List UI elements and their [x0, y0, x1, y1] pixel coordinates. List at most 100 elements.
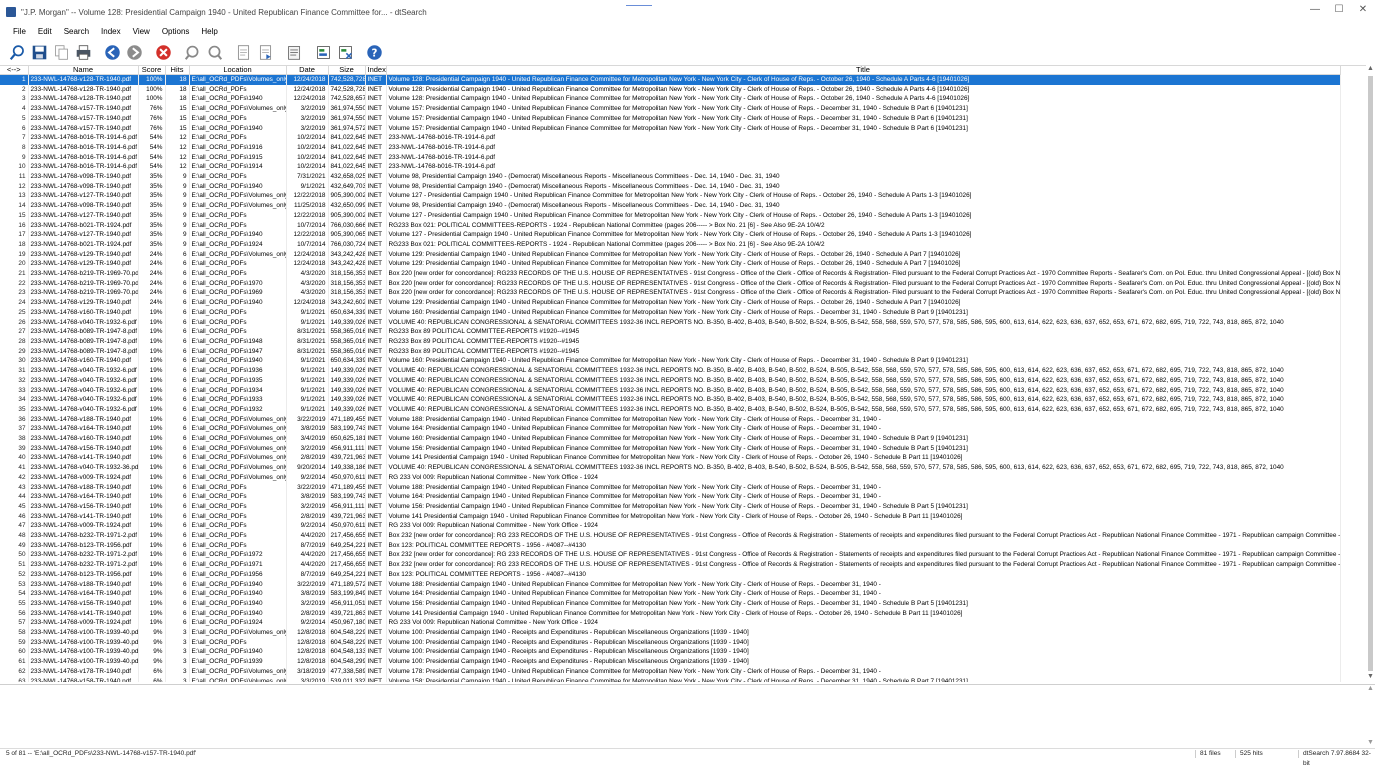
col-header-score[interactable]: Score [138, 66, 166, 75]
table-row[interactable]: 42 233-NWL-14768-v009-TR-1924.pdf 19% 6 E:\a… [0, 472, 1341, 483]
preview-scroll-down-arrow[interactable]: ▼ [1366, 739, 1375, 748]
table-row[interactable]: 40 233-NWL-14768-v141-TR-1940.pdf 19% 6 E:\a… [0, 453, 1341, 464]
preview-scroll-up-arrow[interactable]: ▲ [1366, 685, 1375, 694]
table-row[interactable]: 29 233-NWL-14768-b089-TR-1947-8.pdf 19% 6 E:… [0, 346, 1341, 357]
table-row[interactable]: 59 233-NWL-14768-v100-TR-1939-40.pdf 9% 3 E:… [0, 637, 1341, 648]
table-row[interactable]: 52 233-NWL-14768-b123-TR-1956.pdf 19% 6 E:\a… [0, 569, 1341, 580]
table-row[interactable]: 55 233-NWL-14768-v156-TR-1940.pdf 19% 6 E:\a… [0, 598, 1341, 609]
table-row[interactable]: 15 233-NWL-14768-v127-TR-1940.pdf 35% 9 E:\a… [0, 210, 1341, 221]
col-header-row-number[interactable]: <--> [0, 66, 29, 75]
table-row[interactable]: 61 233-NWL-14768-v100-TR-1939-40.pdf 9% 3 E:… [0, 657, 1341, 667]
table-row[interactable]: 26 233-NWL-14768-v040-TR-1932-6.pdf 19% 6 E:… [0, 317, 1341, 328]
table-row[interactable]: 23 233-NWL-14768-b219-TR-1969-70.pdf 24% 6 E… [0, 288, 1341, 299]
menu-edit[interactable]: Edit [38, 27, 52, 36]
table-row[interactable]: 58 233-NWL-14768-v100-TR-1939-40.pdf 9% 3 E:… [0, 628, 1341, 638]
table-row[interactable]: 53 233-NWL-14768-v188-TR-1940.pdf 19% 6 E:\a… [0, 579, 1341, 590]
table-row[interactable]: 49 233-NWL-14768-b123-TR-1956.pdf 19% 6 E:\a… [0, 540, 1341, 551]
table-row[interactable]: 18 233-NWL-14768-b021-TR-1924.pdf 35% 9 E:\a… [0, 239, 1341, 250]
table-row[interactable]: 20 233-NWL-14768-v129-TR-1940.pdf 24% 6 E:\a… [0, 259, 1341, 270]
table-row[interactable]: 19 233-NWL-14768-v129-TR-1940.pdf 24% 6 E:\a… [0, 249, 1341, 260]
table-row[interactable]: 17 233-NWL-14768-v127-TR-1940.pdf 35% 9 E:\a… [0, 230, 1341, 240]
table-row[interactable]: 24 233-NWL-14768-v129-TR-1940.pdf 24% 6 E:\a… [0, 298, 1341, 308]
preview-scrollbar[interactable]: ▲ ▼ [1366, 685, 1375, 748]
col-header-size[interactable]: Size [328, 66, 366, 75]
table-row[interactable]: 12 233-NWL-14768-v098-TR-1940.pdf 35% 9 E:\a… [0, 181, 1341, 192]
table-row[interactable]: 9 233-NWL-14768-b016-TR-1914-6.pdf 54% 12 E:… [0, 152, 1341, 163]
document-preview-pane[interactable]: ▲ ▼ [0, 684, 1375, 747]
table-row[interactable]: 38 233-NWL-14768-v160-TR-1940.pdf 19% 6 E:\a… [0, 434, 1341, 444]
menu-index[interactable]: Index [101, 27, 121, 36]
maximize-button[interactable]: ☐ [1327, 4, 1351, 15]
table-row[interactable]: 46 233-NWL-14768-v141-TR-1940.pdf 19% 6 E:\a… [0, 511, 1341, 522]
col-header-location[interactable]: Location [189, 66, 287, 75]
back-button[interactable] [103, 43, 122, 62]
table-row[interactable]: 45 233-NWL-14768-v156-TR-1940.pdf 19% 6 E:\a… [0, 501, 1341, 512]
col-header-index[interactable]: Index [365, 66, 387, 75]
menu-search[interactable]: Search [64, 27, 89, 36]
col-header-name[interactable]: Name [28, 66, 139, 75]
col-header-hits[interactable]: Hits [165, 66, 190, 75]
table-row[interactable]: 16 233-NWL-14768-b021-TR-1924.pdf 35% 9 E:\a… [0, 220, 1341, 231]
scroll-up-arrow[interactable]: ▲ [1366, 65, 1375, 74]
table-row[interactable]: 48 233-NWL-14768-b232-TR-1971-2.pdf 19% 6 E:… [0, 531, 1341, 541]
table-row[interactable]: 5 233-NWL-14768-v157-TR-1940.pdf 76% 15 E:\a… [0, 113, 1341, 124]
table-row[interactable]: 36 233-NWL-14768-v188-TR-1940.pdf 19% 6 E:\a… [0, 414, 1341, 425]
copy-button[interactable] [52, 43, 71, 62]
table-row[interactable]: 14 233-NWL-14768-v098-TR-1940.pdf 35% 9 E:\a… [0, 201, 1341, 211]
table-row[interactable]: 56 233-NWL-14768-v141-TR-1940.pdf 19% 6 E:\a… [0, 608, 1341, 619]
save-button[interactable] [30, 43, 49, 62]
next-hit-button[interactable] [205, 43, 224, 62]
menu-help[interactable]: Help [201, 27, 217, 36]
menu-file[interactable]: File [13, 27, 26, 36]
table-row[interactable]: 7 233-NWL-14768-b016-TR-1914-6.pdf 54% 12 E:… [0, 133, 1341, 143]
menu-options[interactable]: Options [162, 27, 190, 36]
search-button[interactable] [8, 43, 27, 62]
table-row[interactable]: 8 233-NWL-14768-b016-TR-1914-6.pdf 54% 12 E:… [0, 142, 1341, 153]
table-row[interactable]: 34 233-NWL-14768-v040-TR-1932-6.pdf 19% 6 E:… [0, 395, 1341, 405]
close-button[interactable]: ✕ [1351, 4, 1375, 15]
table-row[interactable]: 4 233-NWL-14768-v157-TR-1940.pdf 76% 15 E:\a… [0, 104, 1341, 114]
table-row[interactable]: 6 233-NWL-14768-v157-TR-1940.pdf 76% 15 E:\a… [0, 123, 1341, 134]
table-row[interactable]: 50 233-NWL-14768-b232-TR-1971-2.pdf 19% 6 E:… [0, 550, 1341, 561]
table-row[interactable]: 43 233-NWL-14768-v188-TR-1940.pdf 19% 6 E:\a… [0, 482, 1341, 493]
vertical-scrollbar[interactable]: ▲ ▼ [1366, 65, 1375, 682]
table-row[interactable]: 3 233-NWL-14768-v128-TR-1940.pdf 100% 18 E:\… [0, 94, 1341, 105]
index-update-button[interactable] [336, 43, 355, 62]
table-row[interactable]: 21 233-NWL-14768-b219-TR-1969-70.pdf 24% 6 E… [0, 269, 1341, 279]
table-row[interactable]: 60 233-NWL-14768-v100-TR-1939-40.pdf 9% 3 E:… [0, 647, 1341, 658]
table-row[interactable]: 30 233-NWL-14768-v160-TR-1940.pdf 19% 6 E:\a… [0, 356, 1341, 367]
table-row[interactable]: 1 233-NWL-14768-v128-TR-1940.pdf 100% 18 E:\… [0, 74, 1341, 85]
table-row[interactable]: 27 233-NWL-14768-b089-TR-1947-8.pdf 19% 6 E:… [0, 327, 1341, 337]
table-row[interactable]: 57 233-NWL-14768-v009-TR-1924.pdf 19% 6 E:\a… [0, 618, 1341, 629]
table-row[interactable]: 63 233-NWL-14768-v158-TR-1940.pdf 6% 3 E:\al… [0, 676, 1341, 682]
help-button[interactable]: ? [365, 43, 384, 62]
prev-doc-button[interactable] [234, 43, 253, 62]
table-row[interactable]: 28 233-NWL-14768-b089-TR-1947-8.pdf 19% 6 E:… [0, 336, 1341, 347]
table-row[interactable]: 33 233-NWL-14768-v040-TR-1932-6.pdf 19% 6 E:… [0, 385, 1341, 396]
stop-button[interactable] [154, 43, 173, 62]
minimize-button[interactable]: — [1303, 4, 1327, 15]
table-row[interactable]: 41 233-NWL-14768-v040-TR-1932-36.pdf 19% 6 E… [0, 463, 1341, 473]
table-row[interactable]: 35 233-NWL-14768-v040-TR-1932-6.pdf 19% 6 E:… [0, 404, 1341, 415]
table-row[interactable]: 54 233-NWL-14768-v164-TR-1940.pdf 19% 6 E:\a… [0, 589, 1341, 599]
table-row[interactable]: 31 233-NWL-14768-v040-TR-1932-6.pdf 19% 6 E:… [0, 366, 1341, 376]
table-row[interactable]: 32 233-NWL-14768-v040-TR-1932-6.pdf 19% 6 E:… [0, 375, 1341, 386]
col-header-date[interactable]: Date [286, 66, 329, 75]
forward-button[interactable] [125, 43, 144, 62]
table-row[interactable]: 11 233-NWL-14768-v098-TR-1940.pdf 35% 9 E:\a… [0, 172, 1341, 182]
table-row[interactable]: 39 233-NWL-14768-v156-TR-1940.pdf 19% 6 E:\a… [0, 443, 1341, 454]
table-row[interactable]: 51 233-NWL-14768-b232-TR-1971-2.pdf 19% 6 E:… [0, 560, 1341, 570]
col-header-title[interactable]: Title [386, 66, 1341, 75]
table-row[interactable]: 47 233-NWL-14768-v009-TR-1924.pdf 19% 6 E:\a… [0, 521, 1341, 532]
table-row[interactable]: 22 233-NWL-14768-b219-TR-1969-70.pdf 24% 6 E… [0, 278, 1341, 289]
index-button[interactable] [314, 43, 333, 62]
table-row[interactable]: 25 233-NWL-14768-v160-TR-1940.pdf 19% 6 E:\a… [0, 307, 1341, 318]
table-row[interactable]: 37 233-NWL-14768-v164-TR-1940.pdf 19% 6 E:\a… [0, 424, 1341, 435]
table-row[interactable]: 62 233-NWL-14768-v178-TR-1940.pdf 6% 3 E:\al… [0, 666, 1341, 677]
table-row[interactable]: 10 233-NWL-14768-b016-TR-1914-6.pdf 54% 12 E… [0, 162, 1341, 173]
table-row[interactable]: 2 233-NWL-14768-v128-TR-1940.pdf 100% 18 E:\… [0, 84, 1341, 95]
table-row[interactable]: 13 233-NWL-14768-v127-TR-1940.pdf 35% 9 E:\a… [0, 191, 1341, 202]
print-button[interactable] [74, 43, 93, 62]
table-row[interactable]: 44 233-NWL-14768-v164-TR-1940.pdf 19% 6 E:\a… [0, 492, 1341, 502]
next-doc-button[interactable] [256, 43, 275, 62]
